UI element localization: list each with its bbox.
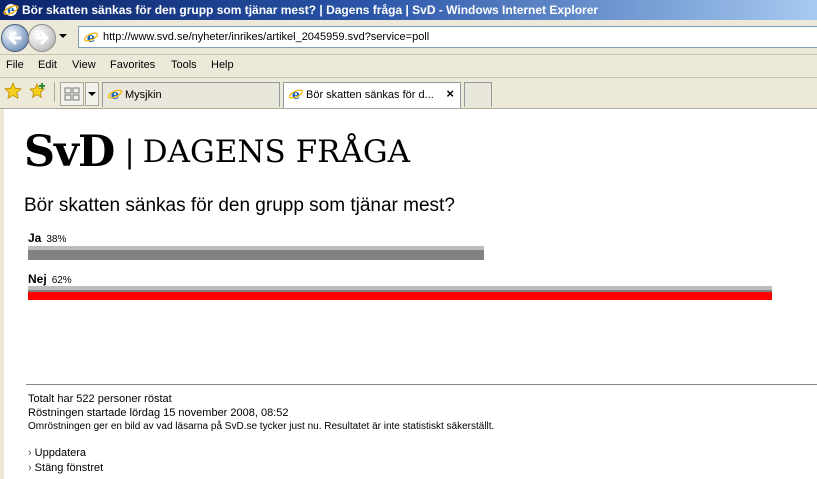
logo-separator: |: [124, 134, 135, 170]
poll-disclaimer: Omröstningen ger en bild av vad läsarna …: [28, 421, 495, 432]
quick-tabs-button[interactable]: [60, 82, 84, 106]
update-label: Uppdatera: [34, 447, 87, 459]
option-label-nej: Nej 62%: [28, 272, 72, 286]
menu-favorites[interactable]: Favorites: [110, 59, 155, 71]
add-favorite-icon[interactable]: [29, 82, 47, 100]
forward-button[interactable]: [28, 24, 56, 52]
menu-view[interactable]: View: [72, 59, 96, 71]
svd-logo: SvD | DAGENS FRÅGA: [24, 127, 410, 177]
logo-subtitle: DAGENS FRÅGA: [142, 134, 411, 170]
page-ie-icon: e: [83, 29, 99, 47]
svg-text:e: e: [7, 3, 15, 17]
tab-page-icon: e: [107, 86, 123, 107]
close-window-label: Stäng fönstret: [34, 462, 104, 474]
ie-icon: e: [3, 2, 19, 18]
toolbar-separator: [54, 82, 55, 102]
close-window-link[interactable]: › Stäng fönstret: [28, 461, 103, 475]
chevron-right-icon: ›: [28, 447, 32, 459]
favorites-star-icon[interactable]: [4, 82, 22, 100]
back-arrow-icon: [8, 31, 22, 45]
poll-start-date: Röstningen startade lördag 15 november 2…: [28, 407, 289, 419]
tab-page-icon: e: [288, 86, 304, 108]
new-tab-button[interactable]: [464, 82, 492, 107]
bar-highlight: [28, 246, 484, 250]
logo-main: SvD: [24, 127, 115, 177]
bar-fill-nej: [28, 292, 772, 300]
result-bar-nej: [28, 286, 772, 300]
back-button[interactable]: [1, 24, 29, 52]
address-url: http://www.svd.se/nyheter/inrikes/artike…: [103, 31, 430, 43]
tab-label: Bör skatten sänkas för d...: [306, 89, 434, 101]
window-title: Bör skatten sänkas för den grupp som tjä…: [22, 3, 599, 17]
forward-arrow-icon: [35, 31, 49, 45]
poll-links: › Uppdatera › Stäng fönstret: [28, 446, 103, 476]
option-label-ja: Ja 38%: [28, 231, 66, 245]
close-tab-icon[interactable]: ×: [446, 83, 454, 105]
total-votes: Totalt har 522 personer röstat: [28, 393, 172, 405]
poll-footer: Totalt har 522 personer röstat Röstninge…: [28, 392, 494, 434]
divider: [26, 384, 817, 385]
update-link[interactable]: › Uppdatera: [28, 446, 103, 460]
tab-active-poll[interactable]: e Bör skatten sänkas för d... ×: [283, 82, 461, 108]
result-bar-ja: [28, 246, 484, 260]
menu-tools[interactable]: Tools: [171, 59, 197, 71]
poll-question: Bör skatten sänkas för den grupp som tjä…: [24, 195, 455, 216]
bar-fill-ja: [28, 252, 484, 260]
history-dropdown-icon[interactable]: [58, 32, 68, 40]
page-content: SvD | DAGENS FRÅGA Bör skatten sänkas för …: [0, 109, 817, 479]
tab-label: Mysjkin: [125, 89, 162, 101]
chevron-down-icon: [88, 92, 96, 96]
window-title-bar[interactable]: e Bör skatten sänkas för den grupp som t…: [0, 0, 817, 20]
option-name: Nej: [28, 272, 47, 286]
address-input[interactable]: e http://www.svd.se/nyheter/inrikes/arti…: [78, 26, 817, 48]
bar-highlight: [28, 286, 772, 290]
menu-bar: File Edit View Favorites Tools Help: [0, 55, 817, 78]
quick-tabs-icon: [64, 87, 80, 101]
menu-edit[interactable]: Edit: [38, 59, 57, 71]
tab-list-button[interactable]: [85, 82, 99, 106]
tab-mysjkin[interactable]: e Mysjkin: [102, 82, 280, 107]
chevron-right-icon: ›: [28, 462, 32, 474]
option-percent: 38%: [46, 234, 67, 245]
option-name: Ja: [28, 231, 42, 245]
tab-bar: e Mysjkin e Bör skatten sänkas för d... …: [0, 78, 817, 109]
menu-help[interactable]: Help: [211, 59, 234, 71]
option-percent: 62%: [51, 275, 72, 286]
address-toolbar: e http://www.svd.se/nyheter/inrikes/arti…: [0, 20, 817, 55]
menu-file[interactable]: File: [6, 59, 24, 71]
